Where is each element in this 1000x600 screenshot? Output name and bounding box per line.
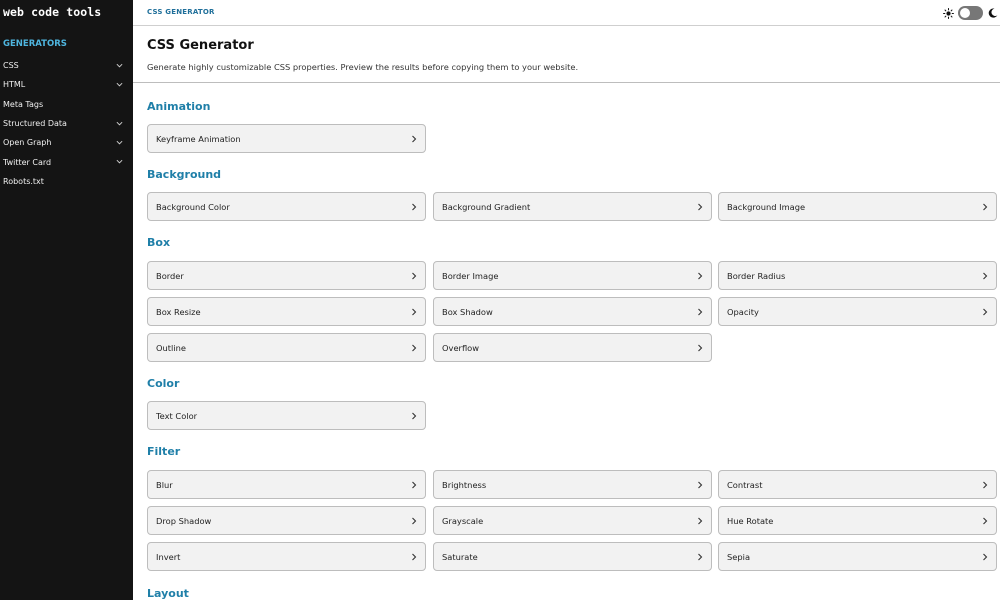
generator-link-blur[interactable]: Blur [147, 470, 426, 499]
generator-link-border-radius[interactable]: Border Radius [718, 261, 997, 290]
generator-link-label: Box Resize [156, 306, 201, 317]
section-title-layout: Layout [147, 587, 189, 600]
generator-link-contrast[interactable]: Contrast [718, 470, 997, 499]
chevron-right-icon [698, 308, 703, 316]
generator-link-label: Keyframe Animation [156, 133, 241, 144]
generator-link-outline[interactable]: Outline [147, 333, 426, 362]
section-title-box: Box [147, 236, 171, 249]
chevron-right-icon [983, 203, 988, 211]
section-title-animation: Animation [147, 100, 211, 113]
chevron-right-icon [412, 135, 417, 143]
chevron-right-icon [412, 272, 417, 280]
generator-link-label: Contrast [727, 479, 763, 490]
generator-link-box-resize[interactable]: Box Resize [147, 297, 426, 326]
chevron-right-icon [698, 272, 703, 280]
generator-link-background-color[interactable]: Background Color [147, 192, 426, 221]
generator-link-keyframe-animation[interactable]: Keyframe Animation [147, 124, 426, 153]
generator-link-label: Border Radius [727, 270, 786, 281]
chevron-right-icon [412, 203, 417, 211]
chevron-right-icon [412, 517, 417, 525]
generator-link-label: Drop Shadow [156, 515, 212, 526]
generator-link-label: Invert [156, 551, 181, 562]
section-title-color: Color [147, 377, 180, 390]
chevron-right-icon [698, 203, 703, 211]
section-title-background: Background [147, 168, 222, 181]
generator-link-opacity[interactable]: Opacity [718, 297, 997, 326]
generator-link-saturate[interactable]: Saturate [433, 542, 712, 571]
generator-link-label: Border [156, 270, 184, 281]
generator-link-background-image[interactable]: Background Image [718, 192, 997, 221]
generator-link-label: Blur [156, 479, 173, 490]
generator-link-label: Box Shadow [442, 306, 493, 317]
generator-link-drop-shadow[interactable]: Drop Shadow [147, 506, 426, 535]
generator-link-label: Brightness [442, 479, 487, 490]
generator-link-label: Background Gradient [442, 201, 531, 212]
chevron-right-icon [983, 272, 988, 280]
generator-link-label: Saturate [442, 551, 478, 562]
generator-link-label: Background Color [156, 201, 230, 212]
generator-link-label: Border Image [442, 270, 499, 281]
generator-link-label: Sepia [727, 551, 751, 562]
chevron-right-icon [412, 344, 417, 352]
chevron-right-icon [698, 517, 703, 525]
section-title-filter: Filter [147, 445, 181, 458]
generator-link-text-color[interactable]: Text Color [147, 401, 426, 430]
generator-link-brightness[interactable]: Brightness [433, 470, 712, 499]
generator-link-border-image[interactable]: Border Image [433, 261, 712, 290]
generator-link-label: Text Color [156, 410, 198, 421]
generator-link-label: Hue Rotate [727, 515, 774, 526]
generator-link-label: Opacity [727, 306, 759, 317]
chevron-right-icon [698, 344, 703, 352]
chevron-right-icon [698, 553, 703, 561]
chevron-right-icon [412, 308, 417, 316]
generator-link-invert[interactable]: Invert [147, 542, 426, 571]
chevron-right-icon [412, 553, 417, 561]
generator-link-label: Outline [156, 342, 187, 353]
generator-link-box-shadow[interactable]: Box Shadow [433, 297, 712, 326]
generator-link-hue-rotate[interactable]: Hue Rotate [718, 506, 997, 535]
generator-link-label: Background Image [727, 201, 806, 212]
chevron-right-icon [983, 517, 988, 525]
generator-link-overflow[interactable]: Overflow [433, 333, 712, 362]
chevron-right-icon [412, 412, 417, 420]
chevron-right-icon [698, 481, 703, 489]
chevron-right-icon [983, 308, 988, 316]
generator-link-background-gradient[interactable]: Background Gradient [433, 192, 712, 221]
generator-link-sepia[interactable]: Sepia [718, 542, 997, 571]
generator-link-label: Grayscale [442, 515, 484, 526]
chevron-right-icon [983, 553, 988, 561]
chevron-right-icon [983, 481, 988, 489]
chevron-right-icon [412, 481, 417, 489]
generator-list: Animation Keyframe Animation Background Bac… [0, 0, 1000, 600]
generator-link-border[interactable]: Border [147, 261, 426, 290]
generator-link-label: Overflow [442, 342, 480, 353]
generator-link-grayscale[interactable]: Grayscale [433, 506, 712, 535]
